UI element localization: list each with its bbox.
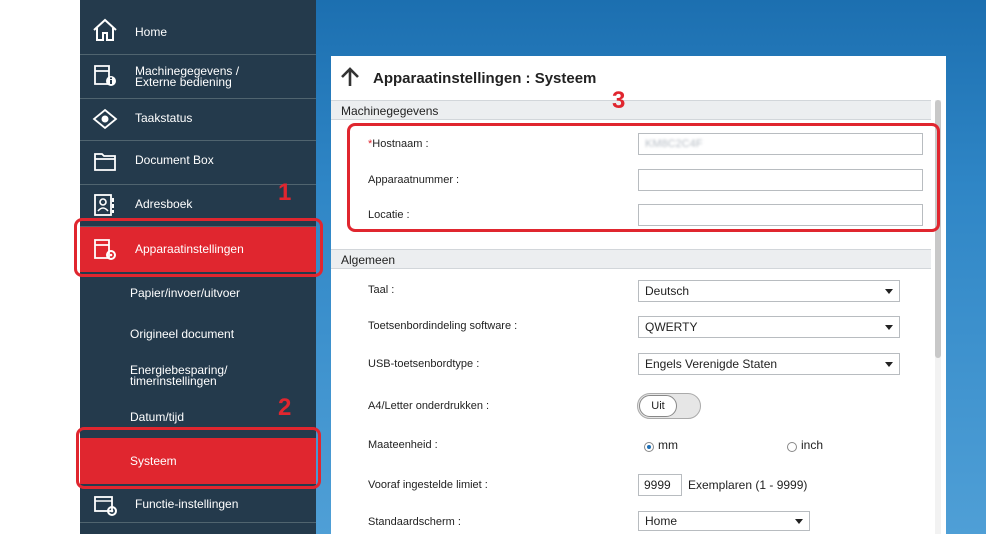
unit-label: Maateenheid : bbox=[368, 439, 438, 451]
device-info-icon bbox=[94, 65, 116, 86]
radio-mm[interactable] bbox=[644, 442, 654, 452]
callout-box-2 bbox=[76, 427, 321, 489]
radio-mm-label: mm bbox=[658, 438, 678, 452]
keyboard-layout-label: Toetsenbordindeling software : bbox=[368, 320, 518, 332]
preset-limit-input[interactable]: 9999 bbox=[638, 474, 682, 496]
sidebar-item-label-line2: Externe bediening bbox=[135, 74, 232, 89]
a4-letter-toggle[interactable]: Uit bbox=[637, 393, 701, 419]
home-icon bbox=[93, 18, 117, 41]
callout-number-1: 1 bbox=[278, 179, 292, 206]
sidebar-item-label: Document Box bbox=[135, 153, 214, 167]
section-title: Machinegegevens bbox=[341, 104, 439, 118]
default-screen-value: Home bbox=[645, 514, 678, 528]
sidebar-item-document-box[interactable]: Document Box bbox=[80, 140, 316, 180]
arrow-up-icon[interactable] bbox=[339, 66, 361, 88]
eye-icon bbox=[92, 108, 118, 130]
sidebar-item-partial bbox=[80, 522, 316, 534]
sidebar-item-function-settings[interactable]: Functie-instellingen bbox=[80, 486, 316, 522]
function-settings-icon bbox=[94, 496, 117, 516]
usb-keyboard-select[interactable]: Engels Verenigde Staten bbox=[638, 353, 900, 375]
sidebar-item-label: Taakstatus bbox=[135, 111, 193, 125]
keyboard-layout-value: QWERTY bbox=[645, 320, 698, 334]
radio-inch-label: inch bbox=[801, 438, 824, 452]
language-value: Deutsch bbox=[645, 284, 690, 298]
callout-box-3 bbox=[347, 123, 940, 232]
chevron-down-icon bbox=[885, 362, 893, 367]
page-title: Apparaatinstellingen : Systeem bbox=[373, 69, 597, 87]
submenu-item-energy[interactable]: Energiebesparing/ timerinstellingen bbox=[80, 354, 316, 398]
toggle-knob-label: Uit bbox=[639, 395, 677, 417]
submenu-item-original[interactable]: Origineel document bbox=[80, 314, 316, 354]
default-screen-select[interactable]: Home bbox=[638, 511, 810, 531]
section-header-general: Algemeen bbox=[331, 249, 931, 269]
section-title: Algemeen bbox=[341, 253, 396, 267]
a4-letter-label: A4/Letter onderdrukken : bbox=[368, 400, 490, 412]
chevron-down-icon bbox=[795, 519, 803, 524]
callout-box-1 bbox=[74, 218, 323, 277]
preset-limit-value: 9999 bbox=[644, 478, 671, 492]
chevron-down-icon bbox=[885, 289, 893, 294]
default-screen-label: Standaardscherm : bbox=[368, 516, 461, 528]
address-book-icon bbox=[94, 194, 114, 216]
sidebar-item-job-status[interactable]: Taakstatus bbox=[80, 98, 316, 138]
folder-icon bbox=[94, 153, 116, 171]
submenu-item-label-line2: timerinstellingen bbox=[130, 374, 217, 388]
submenu-item-label: Papier/invoer/uitvoer bbox=[130, 285, 241, 300]
keyboard-layout-select[interactable]: QWERTY bbox=[638, 316, 900, 338]
sidebar-item-machine-info[interactable]: Machinegegevens / Externe bediening bbox=[80, 54, 316, 98]
submenu-item-paper[interactable]: Papier/invoer/uitvoer bbox=[80, 272, 316, 314]
usb-keyboard-value: Engels Verenigde Staten bbox=[645, 357, 778, 371]
callout-number-3: 3 bbox=[612, 87, 626, 114]
submenu-item-label: Origineel document bbox=[130, 326, 235, 341]
language-label: Taal : bbox=[368, 284, 395, 296]
chevron-down-icon bbox=[885, 325, 893, 330]
preset-limit-range: Exemplaren (1 - 9999) bbox=[688, 478, 808, 492]
sidebar-item-label: Home bbox=[135, 24, 168, 39]
usb-keyboard-label: USB-toetsenbordtype : bbox=[368, 358, 480, 370]
language-select[interactable]: Deutsch bbox=[638, 280, 900, 302]
radio-inch[interactable] bbox=[787, 442, 797, 452]
callout-number-2: 2 bbox=[278, 394, 292, 421]
page-header: Apparaatinstellingen : Systeem bbox=[331, 56, 946, 100]
preset-limit-label: Vooraf ingestelde limiet : bbox=[368, 479, 488, 491]
section-header-machine: Machinegegevens bbox=[331, 100, 931, 120]
sidebar-item-home[interactable]: Home bbox=[80, 10, 316, 54]
sidebar-item-label: Functie-instellingen bbox=[135, 497, 239, 511]
